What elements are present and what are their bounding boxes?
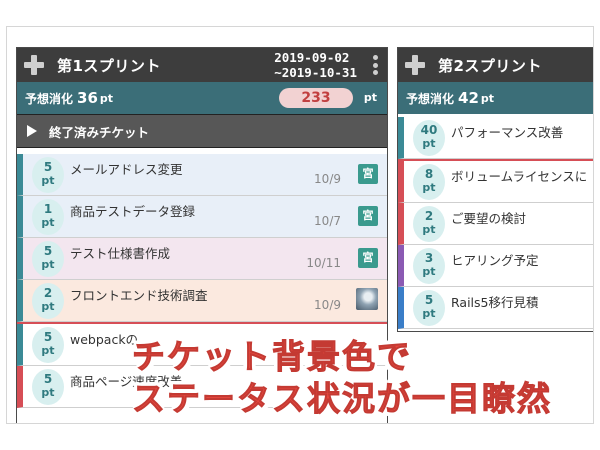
sprint-end-date: ~2019-10-31 bbox=[274, 65, 357, 80]
add-ticket-plus-icon[interactable] bbox=[23, 54, 45, 76]
ticket-title: Rails5移行見積 bbox=[451, 295, 539, 310]
estimate-unit: pt bbox=[99, 91, 114, 105]
assignee-badge: 宮 bbox=[358, 206, 378, 226]
ticket-title: 商品テストデータ登録 bbox=[70, 204, 196, 219]
points-unit: pt bbox=[41, 258, 55, 271]
points-unit: pt bbox=[422, 223, 436, 236]
points-unit: pt bbox=[422, 181, 436, 194]
ticket-title: メールアドレス変更 bbox=[70, 162, 183, 177]
total-points-pill: 233 bbox=[279, 88, 353, 108]
assignee-avatar bbox=[356, 288, 378, 310]
sprint-dates: 2019-09-02 ~2019-10-31 bbox=[274, 50, 357, 80]
ticket-title: フロントエンド技術調査 bbox=[70, 288, 208, 303]
ticket-card[interactable]: 5 pt メールアドレス変更 10/9 宮 bbox=[17, 154, 387, 196]
sprint-title: 第2スプリント bbox=[438, 56, 542, 75]
points-unit: pt bbox=[422, 137, 436, 150]
promo-caption-line-1: チケット背景色で bbox=[132, 337, 412, 377]
add-ticket-plus-icon[interactable] bbox=[404, 54, 426, 76]
story-points-circle: 40 pt bbox=[413, 120, 445, 156]
points-value: 8 bbox=[424, 167, 434, 181]
points-value: 5 bbox=[43, 160, 53, 174]
estimate-value: 42 bbox=[458, 89, 479, 107]
ticket-card[interactable]: 3 pt ヒアリング予定 bbox=[398, 245, 593, 287]
story-points-circle: 1 pt bbox=[32, 199, 64, 235]
points-value: 5 bbox=[43, 330, 53, 344]
promo-caption-line-2: ステータス状況が一目瞭然 bbox=[132, 379, 552, 419]
points-value: 2 bbox=[43, 286, 53, 300]
ticket-card[interactable]: 2 pt ご要望の検討 bbox=[398, 203, 593, 245]
story-points-circle: 2 pt bbox=[32, 283, 64, 319]
ticket-date: 10/9 bbox=[314, 172, 341, 186]
sprint-header: 第2スプリント bbox=[398, 48, 593, 82]
story-points-circle: 3 pt bbox=[413, 248, 445, 284]
ticket-date: 10/9 bbox=[314, 298, 341, 312]
story-points-circle: 5 pt bbox=[32, 241, 64, 277]
ticket-title: ご要望の検討 bbox=[451, 211, 527, 226]
points-value: 5 bbox=[43, 244, 53, 258]
story-points-circle: 5 pt bbox=[32, 157, 64, 193]
sprint-start-date: 2019-09-02 bbox=[274, 50, 350, 65]
assignee-badge: 宮 bbox=[358, 248, 378, 268]
story-points-circle: 5 pt bbox=[32, 369, 64, 405]
ticket-card[interactable]: 5 pt Rails5移行見積 bbox=[398, 287, 593, 329]
ticket-date: 10/11 bbox=[306, 256, 341, 270]
ticket-title: テスト仕様書作成 bbox=[70, 246, 171, 261]
points-unit: pt bbox=[41, 386, 55, 399]
estimate-bar: 予想消化 42 pt bbox=[398, 82, 593, 114]
ticket-card[interactable]: 8 pt ボリュームライセンスに bbox=[398, 161, 593, 203]
sprint-column-2: 第2スプリント 予想消化 42 pt 40 pt パフォーマンス改善 8 pt … bbox=[397, 47, 593, 332]
estimate-value: 36 bbox=[77, 89, 98, 107]
points-value: 2 bbox=[424, 209, 434, 223]
expand-triangle-icon bbox=[27, 125, 37, 137]
ticket-title: webpackの bbox=[70, 332, 139, 347]
total-points-unit: pt bbox=[363, 91, 377, 104]
points-value: 3 bbox=[424, 251, 434, 265]
points-unit: pt bbox=[41, 174, 55, 187]
points-unit: pt bbox=[41, 216, 55, 229]
ticket-date: 10/7 bbox=[314, 214, 341, 228]
sprint-header: 第1スプリント 2019-09-02 ~2019-10-31 bbox=[17, 48, 387, 82]
story-points-circle: 2 pt bbox=[413, 206, 445, 242]
points-unit: pt bbox=[41, 300, 55, 313]
ticket-title: ボリュームライセンスに bbox=[451, 169, 588, 184]
story-points-circle: 8 pt bbox=[413, 164, 445, 200]
ticket-title: ヒアリング予定 bbox=[451, 253, 539, 268]
story-points-circle: 5 pt bbox=[413, 290, 445, 326]
points-value: 5 bbox=[43, 372, 53, 386]
ticket-card[interactable]: 40 pt パフォーマンス改善 bbox=[398, 117, 593, 159]
kebab-menu-icon[interactable] bbox=[373, 55, 378, 75]
estimate-label: 予想消化 bbox=[406, 91, 455, 106]
points-unit: pt bbox=[422, 265, 436, 278]
estimate-label: 予想消化 bbox=[25, 91, 74, 106]
estimate-unit: pt bbox=[480, 91, 495, 105]
points-unit: pt bbox=[422, 307, 436, 320]
estimate-bar: 予想消化 36 pt 233 pt bbox=[17, 82, 387, 114]
points-value: 1 bbox=[43, 202, 53, 216]
ticket-card[interactable]: 1 pt 商品テストデータ登録 10/7 宮 bbox=[17, 196, 387, 238]
ticket-card[interactable]: 2 pt フロントエンド技術調査 10/9 bbox=[17, 280, 387, 322]
story-points-circle: 5 pt bbox=[32, 327, 64, 363]
sprint-title: 第1スプリント bbox=[57, 56, 161, 75]
points-unit: pt bbox=[41, 344, 55, 357]
ticket-card[interactable]: 5 pt テスト仕様書作成 10/11 宮 bbox=[17, 238, 387, 280]
ticket-title: パフォーマンス改善 bbox=[451, 125, 564, 140]
assignee-badge: 宮 bbox=[358, 164, 378, 184]
points-value: 5 bbox=[424, 293, 434, 307]
completed-tickets-toggle[interactable]: 終了済みチケット bbox=[17, 114, 387, 148]
completed-tickets-label: 終了済みチケット bbox=[49, 124, 150, 140]
points-value: 40 bbox=[420, 123, 438, 137]
